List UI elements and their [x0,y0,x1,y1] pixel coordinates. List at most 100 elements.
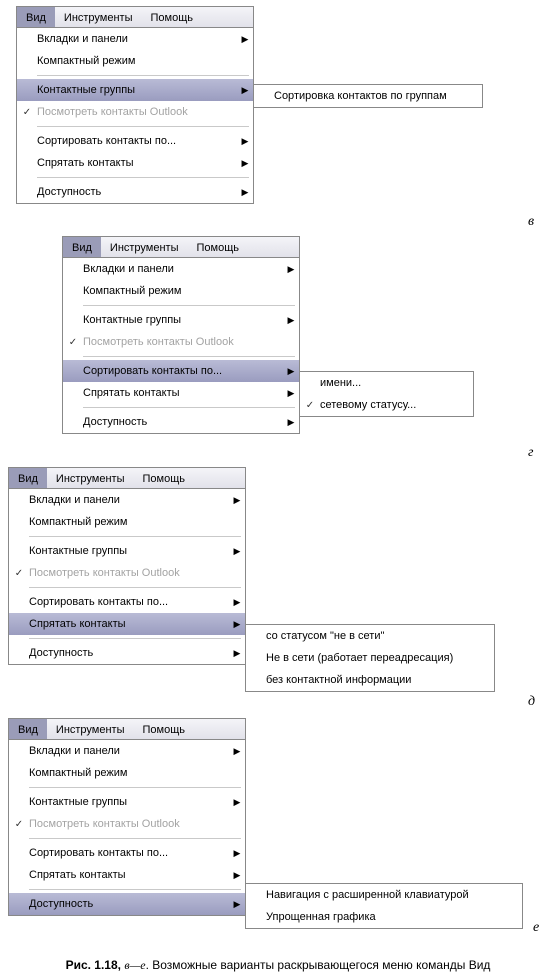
check-icon: ✓ [9,568,29,579]
menu-separator [29,638,241,639]
menu-item-hide-contacts[interactable]: Спрятать контакты▶ [17,152,253,174]
menu-tools[interactable]: Инструменты [47,719,134,739]
menu-item-contact-groups[interactable]: Контактные группы▶ [9,791,245,813]
menu-item-tabs-panels[interactable]: Вкладки и панели▶ [9,489,245,511]
chevron-right-icon: ▶ [237,136,253,147]
submenu-item-offline-forwarding[interactable]: Не в сети (работает переадресация) [246,647,494,669]
menu-item-compact-mode[interactable]: Компактный режим [17,50,253,72]
menu-separator [37,75,249,76]
menu-view[interactable]: Вид [63,237,101,257]
check-icon: ✓ [17,107,37,118]
menu-tools[interactable]: Инструменты [55,7,142,27]
menu-help[interactable]: Помощь [188,237,249,257]
figure-caption: Рис. 1.18, в—е. Возможные варианты раскр… [0,958,556,973]
chevron-right-icon: ▶ [283,417,299,428]
menu-separator [83,407,295,408]
menu-view[interactable]: Вид [9,468,47,488]
submenu-item-sort-by-groups[interactable]: Сортировка контактов по группам [254,85,482,107]
chevron-right-icon: ▶ [237,158,253,169]
submenu-sort-contacts: имени... ✓сетевому статусу... [299,371,474,417]
menubar: Вид Инструменты Помощь [8,467,246,489]
submenu-item-ext-keyboard-nav[interactable]: Навигация с расширенной клавиатурой [246,884,522,906]
menu-view[interactable]: Вид [9,719,47,739]
submenu-item-simple-graphics[interactable]: Упрощенная графика [246,906,522,928]
menu-item-sort-contacts[interactable]: Сортировать контакты по...▶ [63,360,299,382]
submenu-item-offline-status[interactable]: со статусом "не в сети" [246,625,494,647]
variant-letter: г [528,445,533,461]
submenu-item-no-contact-info[interactable]: без контактной информации [246,669,494,691]
menu-item-contact-groups[interactable]: Контактные группы▶ [63,309,299,331]
check-icon: ✓ [63,337,83,348]
menu-item-sort-contacts[interactable]: Сортировать контакты по...▶ [17,130,253,152]
menubar: Вид Инструменты Помощь [16,6,254,28]
submenu-contact-groups: Сортировка контактов по группам [253,84,483,108]
menu-item-view-outlook-contacts[interactable]: ✓Посмотреть контакты Outlook [9,813,245,835]
submenu-hide-contacts: со статусом "не в сети" Не в сети (работ… [245,624,495,692]
menu-item-accessibility[interactable]: Доступность▶ [9,642,245,664]
chevron-right-icon: ▶ [229,619,245,630]
check-icon: ✓ [9,819,29,830]
menu-separator [37,177,249,178]
chevron-right-icon: ▶ [229,648,245,659]
menu-tools[interactable]: Инструменты [47,468,134,488]
chevron-right-icon: ▶ [283,264,299,275]
chevron-right-icon: ▶ [283,366,299,377]
menu-item-hide-contacts[interactable]: Спрятать контакты▶ [9,864,245,886]
menu-item-accessibility[interactable]: Доступность▶ [63,411,299,433]
chevron-right-icon: ▶ [229,899,245,910]
menu-item-tabs-panels[interactable]: Вкладки и панели▶ [63,258,299,280]
menubar: Вид Инструменты Помощь [62,236,300,258]
menu-tools[interactable]: Инструменты [101,237,188,257]
menu-view[interactable]: Вид [17,7,55,27]
chevron-right-icon: ▶ [237,85,253,96]
menu-item-sort-contacts[interactable]: Сортировать контакты по...▶ [9,842,245,864]
variant-letter: д [528,694,535,710]
menu-item-compact-mode[interactable]: Компактный режим [9,511,245,533]
chevron-right-icon: ▶ [229,870,245,881]
menubar: Вид Инструменты Помощь [8,718,246,740]
menu-separator [29,787,241,788]
chevron-right-icon: ▶ [229,848,245,859]
view-menu: Вкладки и панели▶ Компактный режим Конта… [8,488,246,665]
chevron-right-icon: ▶ [229,495,245,506]
menu-item-contact-groups[interactable]: Контактные группы▶ [17,79,253,101]
chevron-right-icon: ▶ [283,315,299,326]
chevron-right-icon: ▶ [283,388,299,399]
view-menu: Вкладки и панели▶ Компактный режим Конта… [8,739,246,916]
submenu-accessibility: Навигация с расширенной клавиатурой Упро… [245,883,523,929]
menu-item-view-outlook-contacts[interactable]: ✓Посмотреть контакты Outlook [63,331,299,353]
menu-item-view-outlook-contacts[interactable]: ✓Посмотреть контакты Outlook [9,562,245,584]
variant-letter: е [533,920,539,936]
menu-separator [29,536,241,537]
menu-item-view-outlook-contacts[interactable]: ✓Посмотреть контакты Outlook [17,101,253,123]
variant-letter: в [528,214,534,230]
menu-item-hide-contacts[interactable]: Спрятать контакты▶ [9,613,245,635]
chevron-right-icon: ▶ [229,597,245,608]
check-icon: ✓ [300,400,320,411]
menu-separator [83,305,295,306]
menu-item-tabs-panels[interactable]: Вкладки и панели▶ [17,28,253,50]
menu-separator [29,889,241,890]
submenu-item-by-name[interactable]: имени... [300,372,473,394]
menu-help[interactable]: Помощь [142,7,203,27]
menu-help[interactable]: Помощь [134,719,195,739]
chevron-right-icon: ▶ [237,34,253,45]
chevron-right-icon: ▶ [229,746,245,757]
chevron-right-icon: ▶ [229,546,245,557]
menu-separator [83,356,295,357]
menu-item-hide-contacts[interactable]: Спрятать контакты▶ [63,382,299,404]
submenu-item-by-status[interactable]: ✓сетевому статусу... [300,394,473,416]
menu-item-contact-groups[interactable]: Контактные группы▶ [9,540,245,562]
menu-item-compact-mode[interactable]: Компактный режим [63,280,299,302]
menu-separator [37,126,249,127]
menu-help[interactable]: Помощь [134,468,195,488]
menu-item-accessibility[interactable]: Доступность▶ [17,181,253,203]
menu-item-tabs-panels[interactable]: Вкладки и панели▶ [9,740,245,762]
menu-item-accessibility[interactable]: Доступность▶ [9,893,245,915]
menu-separator [29,838,241,839]
chevron-right-icon: ▶ [237,187,253,198]
menu-item-sort-contacts[interactable]: Сортировать контакты по...▶ [9,591,245,613]
menu-item-compact-mode[interactable]: Компактный режим [9,762,245,784]
view-menu: Вкладки и панели▶ Компактный режим Конта… [62,257,300,434]
chevron-right-icon: ▶ [229,797,245,808]
